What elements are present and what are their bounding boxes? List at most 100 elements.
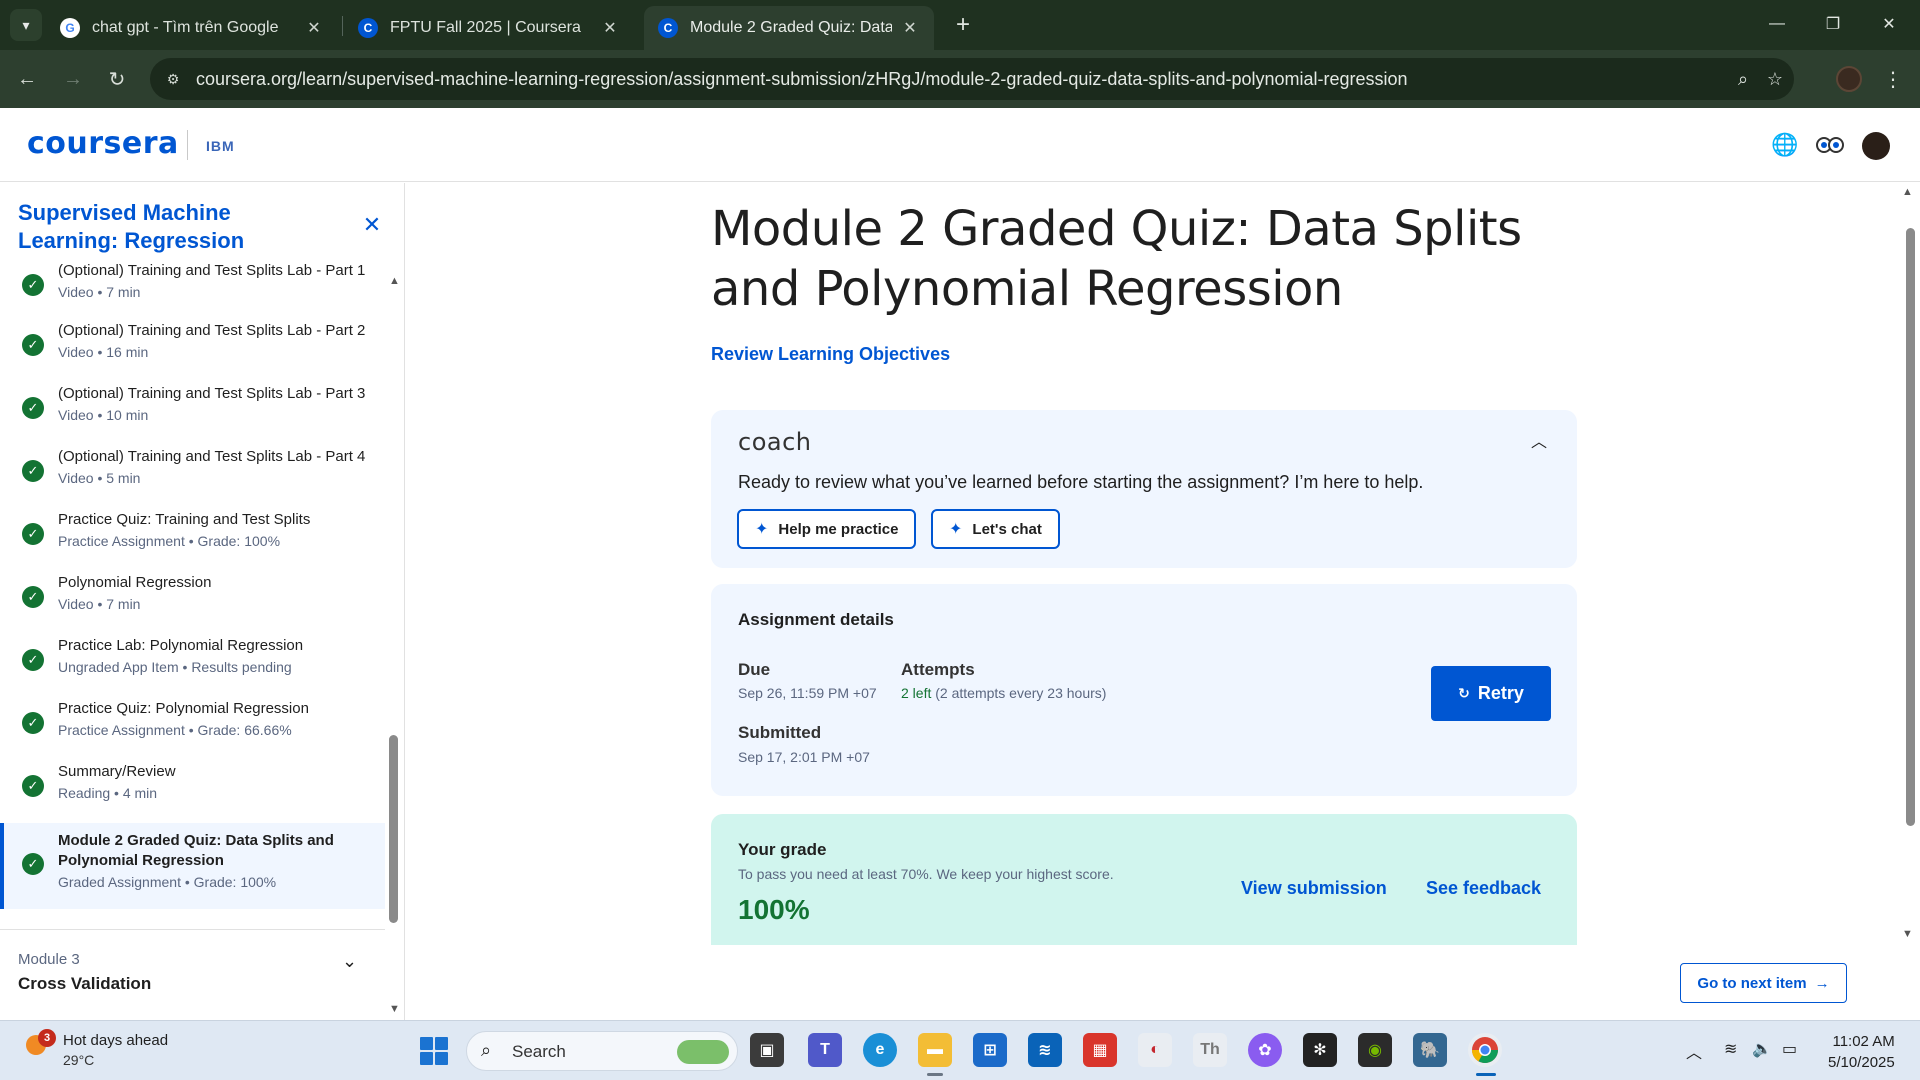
address-bar[interactable]: ⚙ coursera.org/learn/supervised-machine-…	[150, 58, 1794, 100]
more-menu-icon[interactable]: ⋮	[1878, 64, 1908, 94]
close-icon[interactable]: ✕	[600, 18, 620, 38]
completed-check-icon: ✓	[22, 460, 44, 482]
photos-icon[interactable]: ≋	[1028, 1033, 1062, 1067]
close-icon[interactable]: ✕	[900, 18, 920, 38]
list-item[interactable]: ✓ (Optional) Training and Test Splits La…	[0, 259, 385, 319]
item-meta: Reading • 4 min	[58, 785, 158, 801]
chevron-down-icon[interactable]: ⌄	[342, 951, 357, 972]
main-scrollbar-thumb[interactable]	[1906, 228, 1915, 826]
button-label: Help me practice	[778, 520, 899, 538]
browser-tab-google[interactable]: G chat gpt - Tìm trên Google ✕	[46, 6, 338, 50]
list-item[interactable]: ✓ (Optional) Training and Test Splits La…	[0, 319, 385, 382]
list-item[interactable]: ✓ (Optional) Training and Test Splits La…	[0, 382, 385, 445]
notification-badge: 3	[38, 1029, 56, 1047]
list-item[interactable]: ✓ (Optional) Training and Test Splits La…	[0, 445, 385, 508]
sidebar-scrollbar-thumb[interactable]	[389, 735, 398, 923]
coursera-icon: C	[658, 18, 678, 38]
sparkle-icon: ✦	[949, 521, 963, 538]
retry-button[interactable]: ↻ Retry	[1431, 666, 1551, 721]
copilot-icon[interactable]: ✿	[1248, 1033, 1282, 1067]
chevron-up-icon[interactable]: ︿	[1686, 1039, 1702, 1063]
site-info-icon[interactable]: ⚙	[160, 66, 186, 92]
button-label: Retry	[1477, 683, 1524, 703]
weather-text[interactable]: Hot days ahead	[63, 1032, 168, 1049]
attempts-label: Attempts	[901, 660, 975, 679]
item-title: (Optional) Training and Test Splits Lab …	[58, 385, 366, 402]
file-explorer-icon[interactable]: ▬	[918, 1033, 952, 1067]
module-3-header[interactable]: Module 3 Cross Validation	[18, 951, 151, 994]
list-item[interactable]: ✓ Summary/Review Reading • 4 min	[0, 760, 385, 823]
list-item[interactable]: ✓ Practice Quiz: Polynomial Regression P…	[0, 697, 385, 760]
coach-panel: coach ︿ Ready to review what you’ve lear…	[711, 410, 1577, 568]
scroll-down-arrow-icon[interactable]: ▼	[1902, 928, 1913, 940]
list-item[interactable]: ✓ Practice Quiz: Training and Test Split…	[0, 508, 385, 571]
teams-icon[interactable]: T	[808, 1033, 842, 1067]
list-item-active[interactable]: ✓ Module 2 Graded Quiz: Data Splits and …	[0, 823, 385, 909]
course-title[interactable]: Supervised Machine Learning: Regression	[18, 199, 318, 255]
help-me-practice-button[interactable]: ✦ Help me practice	[737, 509, 917, 549]
item-meta: Video • 7 min	[58, 284, 141, 300]
nvidia-icon[interactable]: ◉	[1358, 1033, 1392, 1067]
search-highlight-image	[677, 1040, 729, 1064]
scroll-down-arrow-icon[interactable]: ▼	[389, 1003, 400, 1015]
browser-tab-active[interactable]: C Module 2 Graded Quiz: Data Sp ✕	[644, 6, 934, 50]
see-feedback-link[interactable]: See feedback	[1426, 878, 1541, 899]
coursera-logo[interactable]: coursera	[27, 126, 179, 161]
review-learning-objectives-link[interactable]: Review Learning Objectives	[711, 344, 950, 365]
assignment-details-panel: Assignment details Due Sep 26, 11:59 PM …	[711, 584, 1577, 796]
restore-icon[interactable]: ❐	[1810, 6, 1856, 42]
list-item[interactable]: ✓ Polynomial Regression Video • 7 min	[0, 571, 385, 634]
close-window-icon[interactable]: ✕	[1866, 6, 1912, 42]
wifi-icon[interactable]: ≋	[1724, 1039, 1737, 1059]
microsoft-store-icon[interactable]: ⊞	[973, 1033, 1007, 1067]
browser-tab-fptu[interactable]: C FPTU Fall 2025 | Coursera ✕	[344, 6, 634, 50]
postgres-icon[interactable]: 🐘	[1413, 1033, 1447, 1067]
battery-icon[interactable]: ▭	[1782, 1039, 1797, 1059]
tab-search-button[interactable]: ▾	[10, 9, 42, 41]
globe-icon[interactable]: 🌐	[1770, 130, 1800, 160]
module-title: Cross Validation	[18, 974, 152, 993]
course-sidebar: Supervised Machine Learning: Regression …	[0, 183, 405, 1020]
taskbar-search[interactable]: ⌕ Search	[466, 1031, 738, 1071]
url-text[interactable]: coursera.org/learn/supervised-machine-le…	[196, 69, 1408, 90]
system-clock[interactable]: 11:02 AM 5/10/2025	[1828, 1031, 1895, 1073]
lets-chat-button[interactable]: ✦ Let's chat	[931, 509, 1060, 549]
bookmark-star-icon[interactable]: ☆	[1762, 66, 1788, 92]
list-item[interactable]: ✓ Practice Lab: Polynomial Regression Un…	[0, 634, 385, 697]
edge-icon[interactable]: e	[863, 1033, 897, 1067]
reload-icon[interactable]: ↻	[100, 62, 134, 96]
windows-start-icon[interactable]	[420, 1037, 448, 1065]
go-to-next-item-button[interactable]: Go to next item →	[1680, 963, 1847, 1003]
item-title: Practice Quiz: Polynomial Regression	[58, 700, 309, 717]
text-app-icon[interactable]: Th	[1193, 1033, 1227, 1067]
minimize-icon[interactable]: —	[1754, 6, 1800, 42]
completed-check-icon: ✓	[22, 775, 44, 797]
page-title: Module 2 Graded Quiz: Data Splits and Po…	[711, 201, 1522, 317]
red-app-icon[interactable]: ◐	[1138, 1033, 1172, 1067]
scroll-up-arrow-icon[interactable]: ▲	[389, 275, 400, 287]
clock-time: 11:02 AM	[1832, 1033, 1895, 1050]
browser-profile-avatar[interactable]	[1836, 66, 1862, 92]
close-sidebar-icon[interactable]: ✕	[360, 212, 384, 237]
scroll-up-arrow-icon[interactable]: ▲	[1902, 186, 1913, 198]
forward-arrow-icon[interactable]: →	[56, 62, 90, 96]
coach-owl-icon[interactable]	[1815, 130, 1845, 160]
close-icon[interactable]: ✕	[304, 18, 324, 38]
back-arrow-icon[interactable]: ←	[10, 62, 44, 96]
calendar-app-icon[interactable]: ▦	[1083, 1033, 1117, 1067]
volume-icon[interactable]: 🔈	[1752, 1039, 1772, 1059]
new-tab-plus-icon[interactable]: +	[948, 10, 978, 40]
task-view-icon[interactable]: ▣	[750, 1033, 784, 1067]
item-meta: Practice Assignment • Grade: 100%	[58, 533, 281, 549]
chrome-icon[interactable]	[1468, 1033, 1502, 1067]
fan-app-icon[interactable]: ✻	[1303, 1033, 1337, 1067]
chevron-up-icon[interactable]: ︿	[1531, 428, 1547, 452]
main-content: Module 2 Graded Quiz: Data Splits and Po…	[406, 183, 1903, 1020]
item-title: Summary/Review	[58, 763, 176, 780]
weather-temperature: 29°C	[63, 1052, 95, 1068]
zoom-icon[interactable]: ⌕	[1730, 66, 1756, 92]
view-submission-link[interactable]: View submission	[1241, 878, 1387, 899]
logo-divider	[187, 130, 188, 160]
retry-icon: ↻	[1458, 685, 1470, 701]
user-avatar[interactable]	[1862, 132, 1890, 160]
